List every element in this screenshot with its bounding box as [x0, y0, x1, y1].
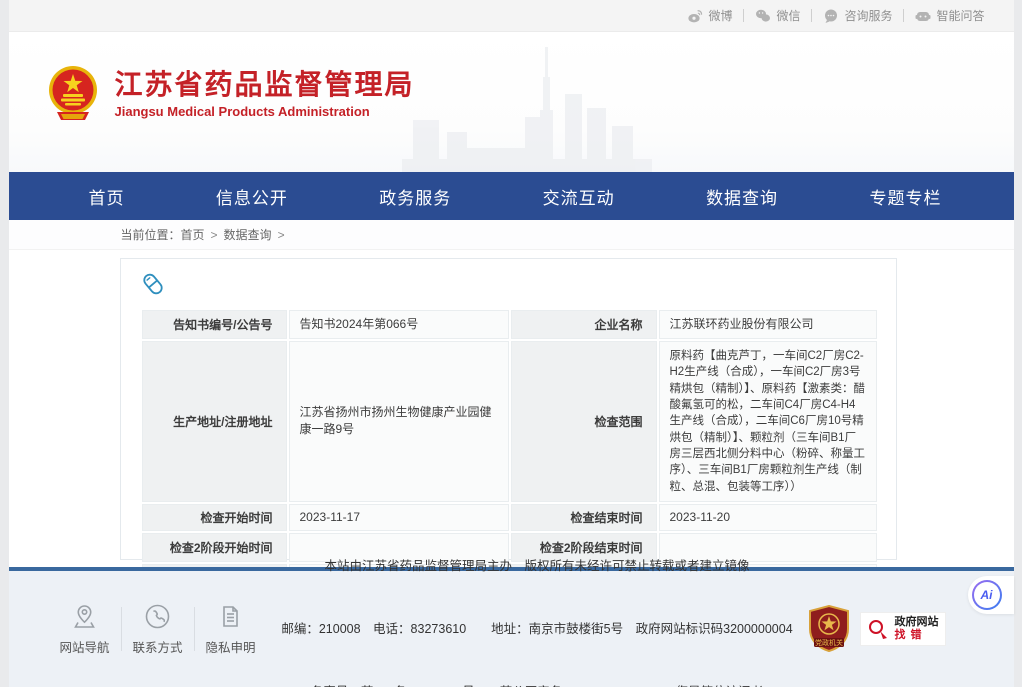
brand-block[interactable]: 江苏省药品监督管理局 Jiangsu Medical Products Admi… — [47, 64, 415, 124]
document-icon — [217, 603, 244, 630]
notice-number-label: 告知书编号/公告号 — [142, 310, 287, 339]
error-badge-line1: 政府网站 — [895, 616, 939, 629]
nav-item-interaction[interactable]: 交流互动 — [543, 184, 615, 209]
nav-item-home[interactable]: 首页 — [89, 184, 125, 209]
weibo-link[interactable]: 微博 — [676, 7, 743, 24]
site-title: 江苏省药品监督管理局 — [115, 69, 415, 101]
consult-service-link[interactable]: 咨询服务 — [812, 7, 903, 24]
site-error-report-badge[interactable]: 政府网站 找错 — [860, 612, 946, 646]
magnifier-icon — [867, 618, 889, 640]
robot-icon — [915, 8, 931, 24]
ai-assistant-tab: Ai — [968, 576, 1014, 614]
smart-qa-label: 智能问答 — [936, 7, 984, 24]
address-label: 生产地址/注册地址 — [142, 341, 287, 502]
ai-button-label: Ai — [974, 582, 1000, 608]
footer-line-3: 备案号：苏ICP备09039606号 苏公网安备：32010602010488 … — [267, 682, 808, 687]
breadcrumb-separator: > — [278, 228, 285, 242]
party-badge-text: 党政机关 — [815, 638, 843, 647]
chat-bubble-icon — [823, 8, 839, 24]
table-row: 告知书编号/公告号 告知书2024年第066号 企业名称 江苏联环药业股份有限公… — [142, 310, 877, 339]
smart-qa-link[interactable]: 智能问答 — [904, 7, 995, 24]
main-nav: 首页 信息公开 政务服务 交流互动 数据查询 专题专栏 — [9, 172, 1014, 220]
breadcrumb-home-link[interactable]: 首页 — [181, 226, 205, 243]
party-gov-badge[interactable]: 党政机关 — [808, 605, 850, 653]
footer-line-1: 本站由江苏省药品监督管理局主办 版权所有未经许可禁止转载或者建立镜像 — [267, 556, 808, 577]
map-pin-icon — [71, 603, 98, 630]
consult-service-label: 咨询服务 — [844, 7, 892, 24]
site-footer: 网站导航 联系方式 隐私申明 本站由江苏省药品监督管理局主办 版权所有未经许可禁… — [9, 567, 1014, 687]
nav-item-data-query[interactable]: 数据查询 — [706, 184, 778, 209]
company-name-label: 企业名称 — [511, 310, 657, 339]
table-row: 生产地址/注册地址 江苏省扬州市扬州生物健康产业园健康一路9号 检查范围 原料药… — [142, 341, 877, 502]
footer-badges: 党政机关 政府网站 找错 — [808, 605, 946, 653]
inspection-scope-label: 检查范围 — [511, 341, 657, 502]
contact-label: 联系方式 — [132, 637, 182, 656]
inspection-scope-value: 原料药【曲克芦丁，一车间C2厂房C2-H2生产线（合成），一车间C2厂房3号精烘… — [659, 341, 877, 502]
site-map-label: 网站导航 — [59, 637, 109, 656]
national-emblem-logo — [47, 64, 99, 124]
company-name-value: 江苏联环药业股份有限公司 — [659, 310, 877, 339]
breadcrumb-prefix: 当前位置： — [121, 226, 181, 243]
wechat-label: 微信 — [776, 7, 800, 24]
phone-icon — [144, 603, 171, 630]
footer-quick-links: 网站导航 联系方式 隐私申明 — [49, 603, 267, 656]
footer-line-2: 邮编：210008 电话：83273610 地址：南京市鼓楼街5号 政府网站标识… — [267, 619, 808, 640]
site-header: 江苏省药品监督管理局 Jiangsu Medical Products Admi… — [9, 32, 1014, 172]
ai-assistant-button[interactable]: Ai — [972, 580, 1002, 610]
privacy-link[interactable]: 隐私申明 — [195, 603, 267, 656]
nav-item-special-topics[interactable]: 专题专栏 — [869, 184, 941, 209]
wechat-link[interactable]: 微信 — [744, 7, 811, 24]
footer-legal-text: 本站由江苏省药品监督管理局主办 版权所有未经许可禁止转载或者建立镜像 邮编：21… — [267, 514, 808, 687]
site-map-link[interactable]: 网站导航 — [49, 603, 121, 656]
weibo-label: 微博 — [708, 7, 732, 24]
error-badge-line2: 找错 — [895, 629, 939, 642]
nav-item-info-disclosure[interactable]: 信息公开 — [216, 184, 288, 209]
nav-item-gov-services[interactable]: 政务服务 — [379, 184, 451, 209]
privacy-label: 隐私申明 — [205, 637, 255, 656]
skyline-illustration — [397, 42, 657, 172]
site-subtitle: Jiangsu Medical Products Administration — [115, 104, 415, 119]
breadcrumb: 当前位置： 首页 > 数据查询 > — [9, 220, 1014, 250]
weibo-icon — [687, 8, 703, 24]
breadcrumb-separator: > — [211, 228, 218, 242]
address-value: 江苏省扬州市扬州生物健康产业园健康一路9号 — [289, 341, 509, 502]
wechat-icon — [755, 8, 771, 24]
top-utility-bar: 微博 微信 咨询服务 智能问答 — [9, 0, 1014, 32]
phase2-start-label: 检查2阶段开始时间 — [142, 533, 287, 562]
breadcrumb-data-query-link[interactable]: 数据查询 — [224, 226, 272, 243]
inspection-start-label: 检查开始时间 — [142, 504, 287, 531]
notice-number-value: 告知书2024年第066号 — [289, 310, 509, 339]
page: 微博 微信 咨询服务 智能问答 — [9, 0, 1014, 687]
contact-link[interactable]: 联系方式 — [122, 603, 194, 656]
capsule-icon — [140, 271, 166, 297]
